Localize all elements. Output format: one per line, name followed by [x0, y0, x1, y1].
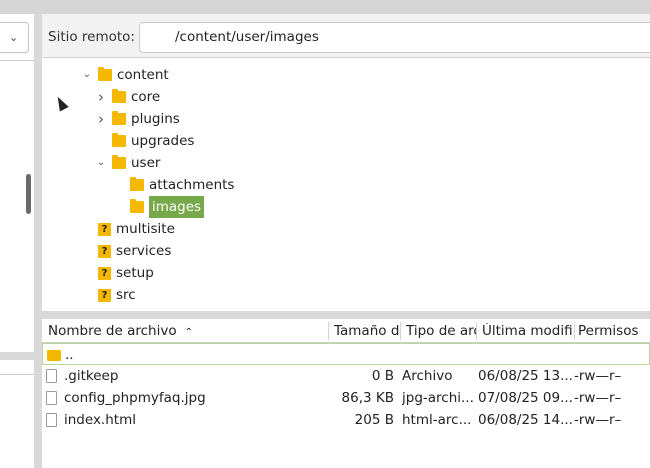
folder-icon — [112, 89, 126, 103]
expand-open-icon[interactable]: ⌄ — [80, 64, 94, 86]
local-splitter[interactable] — [0, 352, 34, 360]
expand-open-icon[interactable]: ⌄ — [94, 152, 108, 174]
local-site-dropdown[interactable]: ⌄ — [0, 22, 29, 53]
file-size-cell: 205 B — [354, 412, 394, 428]
column-header-permissions[interactable]: Permisos — [578, 323, 650, 339]
remote-directory-tree: ⌄ content › core › plugins upgrades ⌄ user attach… — [42, 60, 650, 311]
file-name-cell: .gitkeep — [64, 368, 119, 384]
unknown-folder-icon: ? — [98, 288, 111, 302]
tree-item-label: attachments — [149, 177, 235, 193]
tree-item-label: multisite — [116, 221, 175, 237]
tree-item-core[interactable]: › core — [94, 86, 160, 108]
divider — [0, 374, 34, 375]
remote-path-input[interactable]: /content/user/images — [139, 22, 650, 53]
divider — [0, 60, 34, 61]
tree-item-attachments[interactable]: attachments — [112, 174, 234, 196]
remote-site-bar: Sitio remoto: /content/user/images — [42, 14, 650, 58]
file-size-cell: 86,3 KB — [341, 390, 394, 406]
file-row[interactable]: .. — [42, 343, 650, 365]
folder-icon — [112, 155, 126, 169]
tree-item-src[interactable]: ? src — [80, 284, 136, 306]
tree-item-images[interactable]: images — [112, 196, 205, 218]
folder-icon — [130, 177, 144, 191]
column-separator[interactable] — [476, 322, 477, 340]
column-header-type[interactable]: Tipo de arc — [406, 323, 476, 339]
column-separator[interactable] — [574, 322, 575, 340]
folder-icon — [130, 199, 144, 213]
remote-file-list: Nombre de archivo⌃ Tamaño de Tipo de arc… — [42, 319, 650, 468]
tree-item-content[interactable]: ⌄ content — [80, 64, 169, 86]
tree-item-label: setup — [116, 265, 154, 281]
file-modified-cell: 06/08/25 13... — [478, 368, 573, 384]
file-icon — [46, 369, 57, 383]
tree-item-setup[interactable]: ? setup — [80, 262, 154, 284]
column-separator[interactable] — [400, 322, 401, 340]
top-bar — [0, 0, 650, 14]
tree-item-user[interactable]: ⌄ user — [94, 152, 160, 174]
file-name-cell: index.html — [64, 412, 136, 428]
local-tree-scrollbar[interactable] — [26, 174, 31, 214]
file-name-cell: config_phpmyfaq.jpg — [64, 390, 206, 406]
column-header-modified[interactable]: Última modifi — [482, 323, 574, 339]
expand-closed-icon[interactable]: › — [94, 86, 108, 108]
horizontal-splitter[interactable] — [42, 311, 650, 319]
tree-item-label: services — [116, 243, 172, 259]
tree-item-label: core — [131, 89, 161, 105]
vertical-splitter[interactable] — [34, 14, 42, 468]
unknown-folder-icon: ? — [98, 266, 111, 280]
tree-item-label: content — [117, 67, 169, 83]
column-header-size[interactable]: Tamaño de — [334, 323, 399, 339]
tree-item-label: images — [149, 196, 205, 218]
folder-icon — [47, 350, 61, 361]
folder-icon — [112, 111, 126, 125]
remote-site-label: Sitio remoto: — [48, 29, 135, 45]
file-icon — [46, 413, 57, 427]
file-list-header: Nombre de archivo⌃ Tamaño de Tipo de arc… — [42, 319, 650, 343]
file-type-cell: html-arc... — [402, 412, 472, 428]
file-perms-cell: -rw—r– — [574, 390, 622, 406]
folder-icon — [98, 67, 112, 81]
tree-item-multisite[interactable]: ? multisite — [80, 218, 175, 240]
tree-item-label: plugins — [131, 111, 180, 127]
file-perms-cell: -rw—r– — [574, 412, 622, 428]
tree-item-upgrades[interactable]: upgrades — [94, 130, 194, 152]
file-row[interactable]: config_phpmyfaq.jpg 86,3 KB jpg-archi... 07… — [42, 387, 650, 409]
file-modified-cell: 06/08/25 14... — [478, 412, 573, 428]
tree-item-services[interactable]: ? services — [80, 240, 171, 262]
file-type-cell: Archivo — [402, 368, 453, 384]
local-pane: ⌄ — [0, 14, 34, 468]
file-icon — [46, 391, 57, 405]
file-type-cell: jpg-archi... — [402, 390, 474, 406]
tree-item-label: upgrades — [131, 133, 195, 149]
column-header-name[interactable]: Nombre de archivo ⌃ — [48, 323, 328, 339]
unknown-folder-icon: ? — [98, 222, 111, 236]
tree-item-label: src — [116, 287, 136, 303]
file-size-cell: 0 B — [371, 368, 394, 384]
tree-item-label: user — [131, 155, 161, 171]
chevron-down-icon: ⌄ — [9, 31, 19, 44]
file-row[interactable]: .gitkeep 0 B Archivo 06/08/25 13... -rw—r– — [42, 365, 650, 387]
tree-item-plugins[interactable]: › plugins — [94, 108, 180, 130]
sort-ascending-icon: ⌃ — [184, 327, 193, 338]
file-row[interactable]: index.html 205 B html-arc... 06/08/25 14...… — [42, 409, 650, 431]
unknown-folder-icon: ? — [98, 244, 111, 258]
file-modified-cell: 07/08/25 09... — [478, 390, 573, 406]
column-separator[interactable] — [328, 322, 329, 340]
folder-icon — [112, 133, 126, 147]
expand-closed-icon[interactable]: › — [94, 108, 108, 130]
file-name-cell: .. — [65, 347, 74, 363]
file-perms-cell: -rw—r– — [574, 368, 622, 384]
